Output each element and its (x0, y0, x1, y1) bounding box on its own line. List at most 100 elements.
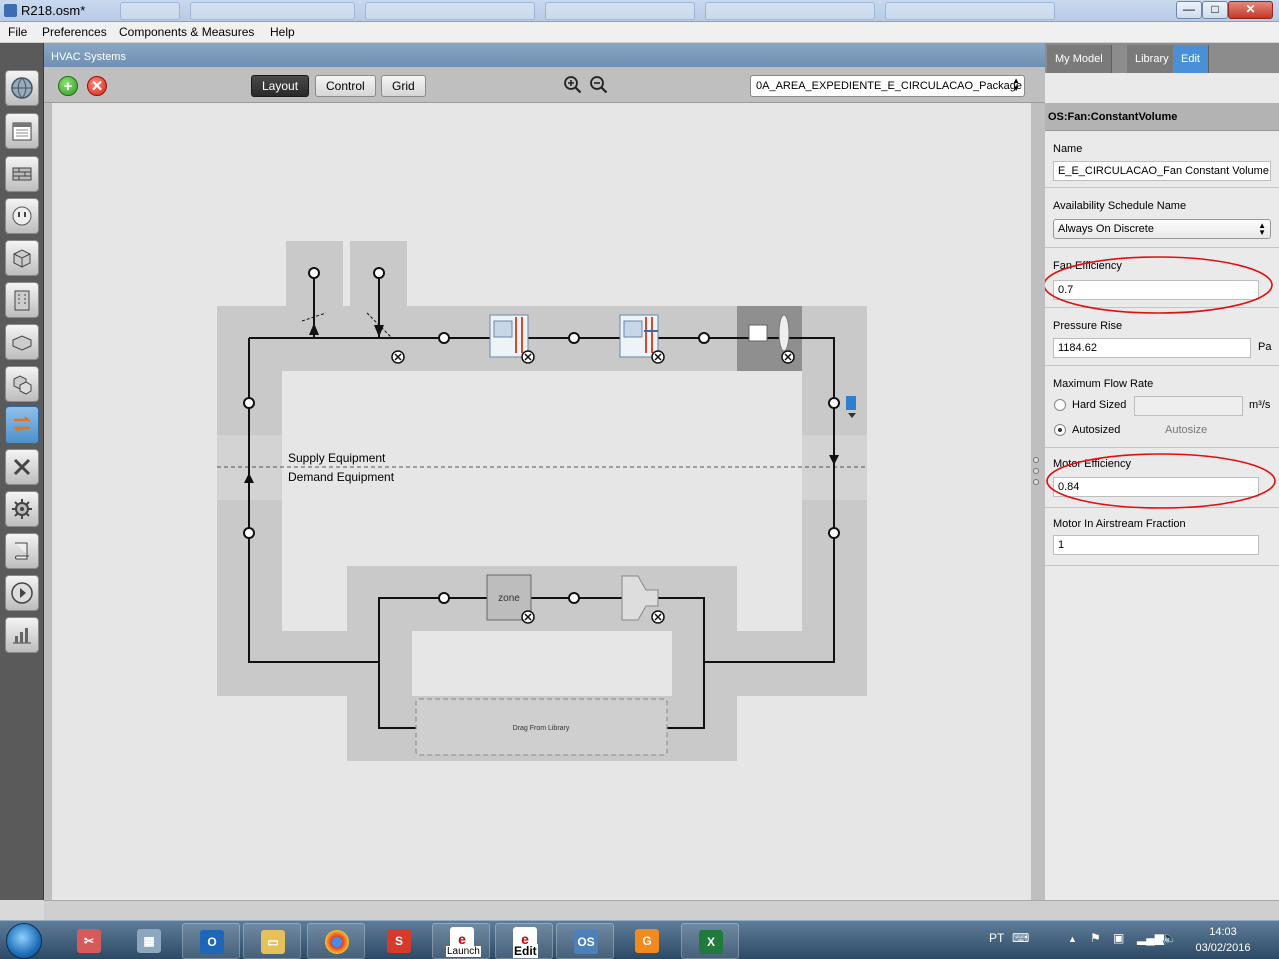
window-title: R218.osm* (21, 3, 86, 18)
taskbar-snipping-tool[interactable]: ✂ (60, 923, 118, 959)
hvac-systems-icon[interactable] (5, 406, 39, 444)
action-center-flag-icon[interactable]: ⚑ (1090, 931, 1101, 945)
hard-sized-input[interactable] (1134, 396, 1243, 416)
site-globe-icon[interactable] (5, 70, 39, 106)
drag-from-library-label: Drag From Library (513, 725, 570, 732)
safely-remove-hardware-icon[interactable]: ▣ (1113, 931, 1124, 945)
flow-rate-unit: m³/s (1249, 399, 1271, 411)
autosized-label: Autosized (1072, 424, 1121, 436)
control-view-button[interactable]: Control (315, 75, 376, 97)
autosize-value-text: Autosize (1165, 424, 1208, 436)
autosized-radio[interactable] (1054, 424, 1066, 436)
show-hidden-icons-icon[interactable]: ▲ (1068, 934, 1077, 944)
pdf-creator-icon: G (635, 929, 659, 953)
keyboard-icon[interactable]: ⌨ (1012, 931, 1029, 945)
taskbar-pdf-creator[interactable]: G (618, 923, 676, 959)
minimize-button[interactable]: — (1176, 1, 1202, 19)
availability-field-group: Availability Schedule Name Always On Dis… (1045, 188, 1279, 248)
layout-view-button[interactable]: Layout (251, 75, 310, 97)
space-types-cube-icon[interactable] (5, 240, 39, 276)
name-input[interactable]: E_E_CIRCULACAO_Fan Constant Volume 14 (1053, 161, 1271, 181)
panel-resize-handle[interactable] (1033, 457, 1039, 463)
openstudio-app-icon (4, 4, 17, 17)
schedules-calendar-icon[interactable] (5, 113, 39, 149)
taskbar-eplus-launch[interactable]: e Launch (432, 923, 490, 959)
setpoint-manager-icon[interactable] (846, 396, 856, 410)
run-simulation-play-icon[interactable] (5, 575, 39, 611)
name-field-group: Name E_E_CIRCULACAO_Fan Constant Volume … (1045, 131, 1279, 188)
clock-date: 03/02/2016 (1195, 942, 1251, 954)
taskbar-eplus-edit[interactable]: e Edit (495, 923, 553, 959)
motor-efficiency-input[interactable]: 0.84 (1053, 477, 1259, 497)
network-signal-icon[interactable]: ▂▄▆ (1137, 931, 1164, 945)
taskbar-openstudio[interactable]: OS (556, 923, 614, 959)
results-chart-icon[interactable] (5, 617, 39, 653)
cooling-coil-icon[interactable] (619, 314, 659, 358)
max-flow-field-group: Maximum Flow Rate Hard Sized m³/s Autosi… (1045, 366, 1279, 448)
close-button[interactable]: ✕ (1228, 1, 1273, 19)
panel-resize-handle[interactable] (1033, 479, 1039, 485)
menu-components-measures[interactable]: Components & Measures (119, 25, 254, 39)
object-type-title: OS:Fan:ConstantVolume (1048, 111, 1178, 123)
folder-icon: ▭ (261, 930, 285, 954)
hard-sized-radio[interactable] (1054, 399, 1066, 411)
air-loop-select[interactable]: 0A_AREA_EXPEDIENTE_E_CIRCULACAO_Package … (750, 75, 1025, 97)
add-loop-button[interactable]: + (58, 76, 78, 96)
taskbar-excel[interactable]: X (681, 923, 739, 959)
motor-efficiency-label: Motor Efficiency (1053, 458, 1132, 470)
remove-loop-button[interactable]: ✕ (87, 76, 107, 96)
measures-gear-icon[interactable] (5, 491, 39, 527)
motor-efficiency-field-group: Motor Efficiency 0.84 (1045, 448, 1279, 508)
taskbar-sketchup[interactable]: S (370, 923, 428, 959)
facility-block-icon[interactable] (5, 324, 39, 360)
start-button[interactable] (6, 923, 42, 959)
output-variables-scroll-icon[interactable] (5, 533, 39, 569)
availability-schedule-value: Always On Discrete (1058, 223, 1154, 235)
tab-my-model[interactable]: My Model (1047, 45, 1112, 73)
volume-icon[interactable]: 🔈 (1162, 931, 1177, 945)
availability-schedule-select[interactable]: Always On Discrete ▲ ▼ (1053, 219, 1271, 239)
system-clock[interactable]: 14:03 03/02/2016 (1188, 924, 1258, 956)
zoom-in-icon[interactable] (563, 75, 583, 95)
heating-coil-icon[interactable] (489, 314, 529, 358)
canvas-frame-left (44, 103, 51, 900)
sketchup-icon: S (387, 929, 411, 953)
taskbar-calculator[interactable]: ▦ (120, 923, 178, 959)
background-window-tab (120, 2, 180, 20)
name-label: Name (1053, 143, 1083, 155)
left-vertical-toolbar (0, 43, 44, 900)
hvac-toolbar: + ✕ Layout Control Grid 0A_AREA_EXPEDIEN… (44, 67, 1045, 103)
fan-efficiency-field-group: Fan Efficiency 0.7 (1045, 248, 1279, 308)
grid-view-button[interactable]: Grid (381, 75, 426, 97)
windows-taskbar: ✂ ▦ O ▭ S e Launch e Edit OS G X PT ⌨ ▲ … (0, 920, 1279, 959)
spaces-cubes-icon[interactable] (5, 366, 39, 402)
taskbar-outlook[interactable]: O (182, 923, 240, 959)
availability-schedule-label: Availability Schedule Name (1053, 200, 1187, 212)
eplus-launch-label: Launch (446, 946, 481, 957)
select-arrows-icon: ▲ ▼ (1012, 76, 1020, 93)
canvas-frame-right (1031, 103, 1045, 900)
maximize-button[interactable]: □ (1202, 1, 1228, 19)
hvac-systems-header: HVAC Systems (44, 43, 1045, 67)
menu-file[interactable]: File (8, 25, 27, 39)
geometry-building-icon[interactable] (5, 282, 39, 318)
fan-efficiency-input[interactable]: 0.7 (1053, 280, 1259, 300)
hvac-loop-canvas[interactable]: zone Drag From Library Supply Equipment … (51, 103, 1031, 900)
pressure-rise-input[interactable]: 1184.62 (1053, 338, 1251, 358)
taskbar-chrome[interactable] (307, 923, 365, 959)
menu-help[interactable]: Help (270, 25, 295, 39)
building-summary-icon[interactable] (5, 449, 39, 485)
zoom-out-icon[interactable] (589, 75, 609, 95)
status-strip (44, 900, 1279, 920)
language-indicator[interactable]: PT (989, 931, 1004, 945)
background-window-tab (705, 2, 875, 20)
tab-edit[interactable]: Edit (1173, 45, 1209, 73)
motor-airstream-fraction-input[interactable]: 1 (1053, 535, 1259, 555)
menu-preferences[interactable]: Preferences (42, 25, 107, 39)
tab-library[interactable]: Library (1127, 45, 1178, 73)
constructions-bricks-icon[interactable] (5, 156, 39, 192)
taskbar-file-explorer[interactable]: ▭ (243, 923, 301, 959)
loads-outlet-icon[interactable] (5, 198, 39, 234)
pressure-rise-unit: Pa (1258, 341, 1272, 353)
panel-resize-handle[interactable] (1033, 468, 1039, 474)
